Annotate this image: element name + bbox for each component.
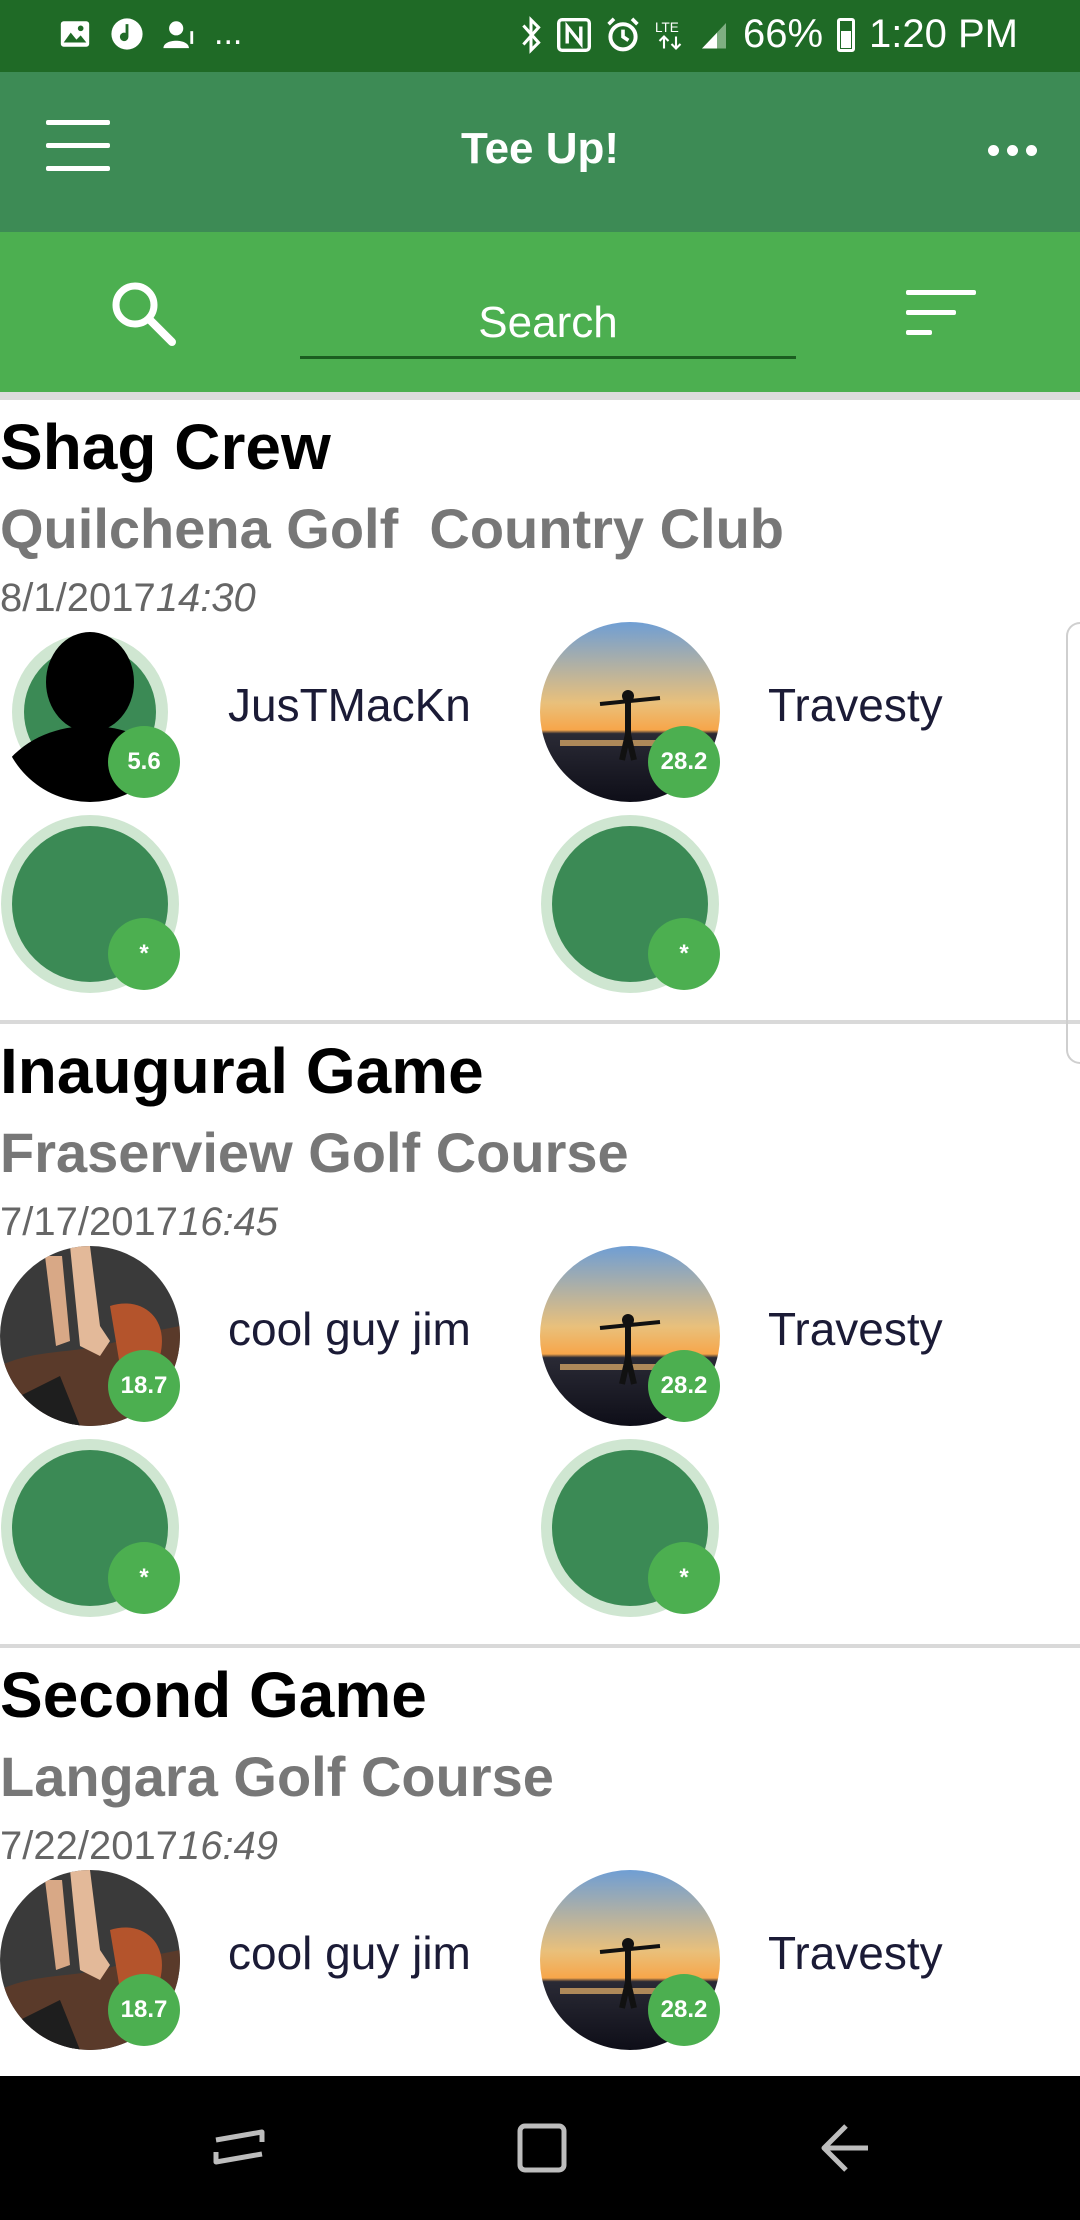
game-time: 16:49 <box>177 1824 279 1868</box>
open-slot-badge: * <box>648 918 720 990</box>
battery-icon <box>837 17 856 52</box>
game-card[interactable]: Second Game Langara Golf Course 7/22/201… <box>0 1648 1080 2076</box>
search-input[interactable] <box>300 290 796 359</box>
player-slot[interactable]: 28.2 Travesty <box>540 622 1080 806</box>
game-title: Shag Crew <box>0 411 331 483</box>
handicap-badge: 5.6 <box>108 726 180 798</box>
nfc-icon <box>556 17 591 52</box>
battery-level: 66% <box>742 12 824 56</box>
handicap-badge: 18.7 <box>108 1350 180 1422</box>
bluetooth-icon <box>522 15 541 54</box>
svg-text:LTE: LTE <box>655 20 679 35</box>
clock: 1:20 PM <box>869 12 1018 56</box>
game-datetime: 7/17/201716:45 <box>0 1200 278 1245</box>
player-name: JusTMacKn <box>228 679 471 731</box>
more-options-icon[interactable] <box>988 130 1048 170</box>
course-name: Langara Golf Course <box>0 1745 554 1808</box>
home-icon[interactable] <box>502 2112 582 2184</box>
player-slot[interactable]: 5.6 JusTMacKn <box>0 622 540 806</box>
game-date: 7/17/2017 <box>0 1200 178 1244</box>
handicap-badge: 28.2 <box>648 1974 720 2046</box>
game-time: 14:30 <box>155 576 256 620</box>
image-icon <box>60 20 90 47</box>
player-slot[interactable]: 18.7 cool guy jim <box>0 1870 540 2054</box>
music-icon <box>111 17 143 50</box>
open-slot-badge: * <box>108 1542 180 1614</box>
player-name: cool guy jim <box>228 1303 471 1355</box>
open-slot[interactable]: * <box>0 814 540 998</box>
game-date: 8/1/2017 <box>0 576 156 620</box>
player-name: cool guy jim <box>228 1927 471 1979</box>
app-bar: Tee Up! <box>0 72 1080 232</box>
game-card[interactable]: Inaugural Game Fraserview Golf Course 7/… <box>0 1024 1080 1648</box>
signal-icon <box>701 22 726 48</box>
handicap-badge: 28.2 <box>648 1350 720 1422</box>
search-icon[interactable] <box>108 278 178 348</box>
system-nav-bar <box>0 2076 1080 2220</box>
handicap-badge: 28.2 <box>648 726 720 798</box>
player-slot[interactable]: 28.2 Travesty <box>540 1246 1080 1430</box>
player-name: Travesty <box>768 1303 943 1355</box>
open-slot[interactable]: * <box>0 1438 540 1622</box>
scroll-handle[interactable] <box>1066 622 1080 1064</box>
player-slot[interactable]: 18.7 cool guy jim <box>0 1246 540 1430</box>
status-bar: ... LTE 66% 1:20 PM <box>0 0 1080 72</box>
sort-icon[interactable] <box>906 290 976 340</box>
course-name: Fraserview Golf Course <box>0 1121 629 1184</box>
player-name: Travesty <box>768 679 943 731</box>
open-slot-badge: * <box>108 918 180 990</box>
handicap-badge: 18.7 <box>108 1974 180 2046</box>
game-datetime: 7/22/201716:49 <box>0 1824 278 1869</box>
player-slot[interactable]: 28.2 Travesty <box>540 1870 1080 2054</box>
game-time: 16:45 <box>177 1200 279 1244</box>
game-card[interactable]: Shag Crew Quilchena Golf Country Club 8/… <box>0 400 1080 1024</box>
player-name: Travesty <box>768 1927 943 1979</box>
open-slot[interactable]: * <box>540 814 1080 998</box>
game-date: 7/22/2017 <box>0 1824 178 1868</box>
open-slot[interactable]: * <box>540 1438 1080 1622</box>
account-notification-icon <box>163 20 194 48</box>
course-name: Quilchena Golf Country Club <box>0 497 784 560</box>
alarm-icon <box>607 17 639 51</box>
game-title: Inaugural Game <box>0 1035 484 1107</box>
game-title: Second Game <box>0 1659 427 1731</box>
search-bar <box>0 232 1080 392</box>
app-title: Tee Up! <box>460 124 620 173</box>
lte-icon: LTE <box>655 20 682 50</box>
open-slot-badge: * <box>648 1542 720 1614</box>
back-icon[interactable] <box>804 2112 884 2184</box>
recent-apps-icon[interactable] <box>200 2112 280 2184</box>
divider <box>0 392 1080 400</box>
game-datetime: 8/1/201714:30 <box>0 576 256 621</box>
status-overflow: ... <box>214 14 243 52</box>
